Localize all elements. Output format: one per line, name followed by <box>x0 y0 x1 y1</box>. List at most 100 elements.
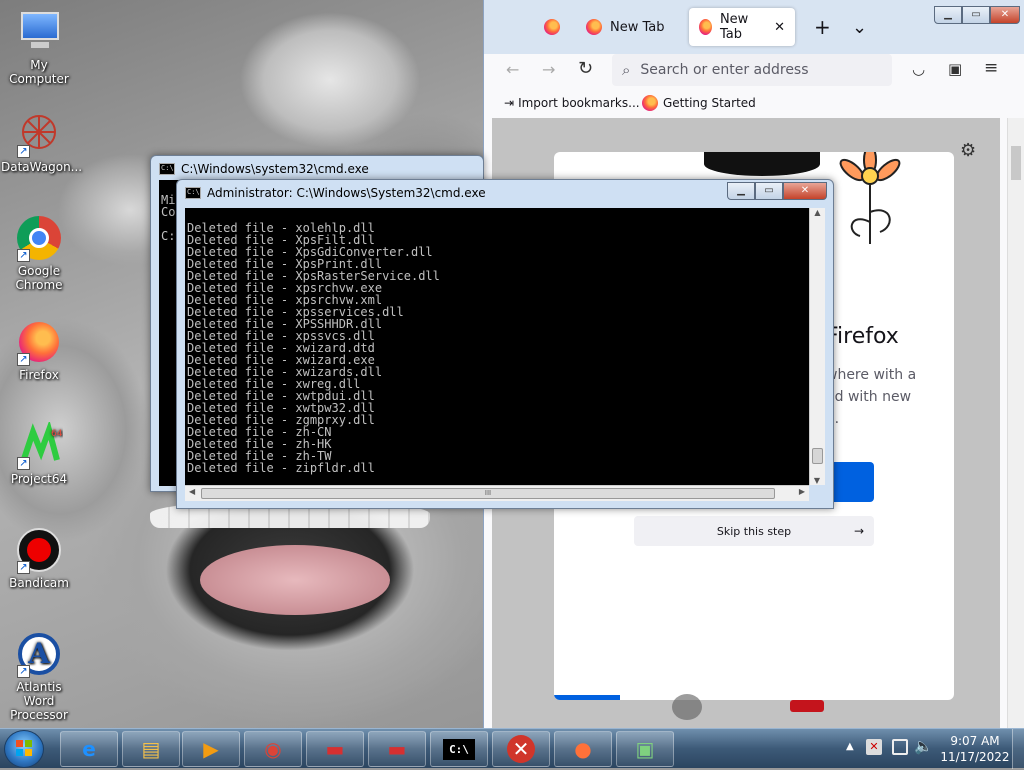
close-button[interactable]: ✕ <box>990 6 1020 24</box>
close-button[interactable]: ✕ <box>783 182 827 200</box>
search-icon: ⌕ <box>622 61 631 79</box>
desktop-icon-firefox[interactable]: ↗ Firefox <box>1 318 77 382</box>
page-scrollbar[interactable] <box>1007 118 1024 728</box>
scroll-left-icon[interactable]: ◀ <box>189 487 195 496</box>
cmd-window-admin[interactable]: C:\ Administrator: C:\Windows\System32\c… <box>176 179 834 509</box>
clock-time: 9:07 AM <box>950 734 1000 748</box>
taskbar-button[interactable]: ▬ <box>306 731 364 767</box>
tab-new-tab-2[interactable]: New Tab ✕ <box>689 8 795 46</box>
cmd-icon: C:\ <box>159 163 175 175</box>
taskbar-button[interactable]: ▶ <box>182 731 240 767</box>
desktop-icon-datawagon[interactable]: ↗ DataWagon... <box>1 110 82 174</box>
chrome-icon: ◉ <box>264 737 282 761</box>
taskbar-button[interactable]: ▤ <box>122 731 180 767</box>
console-output[interactable]: Deleted file - xolehlp.dll Deleted file -… <box>185 208 809 485</box>
firefox-icon <box>544 19 560 35</box>
taskbar-button[interactable]: ◉ <box>244 731 302 767</box>
toolbox-icon: ▬ <box>325 737 345 761</box>
volume-icon[interactable]: 🔈 <box>914 737 933 755</box>
desktop-icon-label: DataWagon... <box>1 160 83 174</box>
scroll-right-icon[interactable]: ▶ <box>799 487 805 496</box>
new-tab-button[interactable]: + <box>804 8 841 46</box>
bookmark-import[interactable]: ⇥ Import bookmarks... <box>504 96 640 110</box>
svg-text:64: 64 <box>51 429 63 439</box>
bandicam-icon: ↗ <box>15 526 63 574</box>
taskbar-button[interactable]: e <box>60 731 118 767</box>
desktop-icon-atlantis[interactable]: A ↗ Atlantis Word Processor <box>1 630 77 722</box>
show-desktop-button[interactable] <box>1012 729 1024 769</box>
internet-explorer-icon: e <box>82 737 96 761</box>
forward-icon[interactable]: → <box>542 60 555 79</box>
wallpaper-tongue <box>200 545 390 615</box>
skip-step-button[interactable]: Skip this step → <box>634 516 874 546</box>
taskbar-button[interactable]: ✕ <box>492 731 550 767</box>
bookmark-getting-started[interactable]: Getting Started <box>642 95 756 111</box>
tab-new-tab-1[interactable]: New Tab <box>576 8 686 46</box>
desktop-icon-chrome[interactable]: ↗ Google Chrome <box>1 214 77 292</box>
minimize-button[interactable]: ▁ <box>934 6 962 24</box>
project64-icon: 64 ↗ <box>15 420 63 470</box>
caption-buttons: ▁ ▭ ✕ <box>727 182 827 200</box>
system-clock[interactable]: 9:07 AM 11/17/2022 <box>940 733 1010 765</box>
shortcut-arrow-icon: ↗ <box>17 249 30 262</box>
pocket-icon[interactable]: ◡ <box>912 60 925 78</box>
desktop-icon-project64[interactable]: 64 ↗ Project64 <box>1 420 77 486</box>
action-center-icon[interactable]: ✕ <box>866 739 882 755</box>
scrollbar-thumb[interactable] <box>812 448 823 464</box>
console-lines: Deleted file - xolehlp.dll Deleted file -… <box>187 222 807 485</box>
start-button[interactable] <box>4 730 44 768</box>
tab-list-button[interactable]: ⌄ <box>842 8 877 46</box>
window-title: C:\Windows\system32\cmd.exe <box>181 162 369 176</box>
reload-icon[interactable]: ↻ <box>578 58 593 79</box>
illustration-hair <box>704 152 820 176</box>
gear-icon[interactable]: ⚙ <box>960 140 976 161</box>
shortcut-arrow-icon: ↗ <box>17 561 30 574</box>
arrow-right-icon: → <box>853 524 864 538</box>
tab-pinned[interactable] <box>528 8 576 46</box>
console-scrollbar-vertical[interactable]: ▲ ▼ <box>809 208 825 485</box>
maximize-button[interactable]: ▭ <box>755 182 783 200</box>
desktop-icon-label: Google Chrome <box>15 264 63 292</box>
tab-label: New Tab <box>719 12 749 42</box>
console-scrollbar-horizontal[interactable]: ◀ III ▶ <box>185 485 809 501</box>
url-placeholder: Search or enter address <box>640 62 809 78</box>
desktop-icon-label: Firefox <box>19 368 59 382</box>
taskbar-button[interactable]: C:\ <box>430 731 488 767</box>
taskbar-button[interactable]: ● <box>554 731 612 767</box>
extensions-icon[interactable]: ▣ <box>948 60 962 78</box>
taskbar-button[interactable]: ▣ <box>616 731 674 767</box>
desktop-icon-label: Project64 <box>10 472 68 486</box>
tab-label: New Tab <box>610 19 665 35</box>
shortcut-tile-icon[interactable] <box>790 700 824 712</box>
tab-close-icon[interactable]: ✕ <box>774 20 785 35</box>
taskbar: e ▤ ▶ ◉ ▬ ▬ C:\ ✕ ● ▣ ▲ ✕ 🔈 9:07 AM 11/17/2022 <box>0 728 1024 769</box>
minimize-button[interactable]: ▁ <box>727 182 755 200</box>
scrollbar-thumb[interactable]: III <box>201 488 775 499</box>
scroll-down-icon[interactable]: ▼ <box>810 476 824 485</box>
network-icon[interactable] <box>892 739 908 755</box>
desktop-icon-label: Bandicam <box>9 576 69 590</box>
desktop-icon-bandicam[interactable]: ↗ Bandicam <box>1 526 77 590</box>
windows-logo-icon <box>16 740 32 756</box>
onboarding-progress <box>554 695 620 700</box>
scroll-up-icon[interactable]: ▲ <box>810 208 825 217</box>
firefox-icon: ↗ <box>15 318 63 366</box>
maximize-button[interactable]: ▭ <box>962 6 990 24</box>
taskbar-button[interactable]: ▬ <box>368 731 426 767</box>
back-icon[interactable]: ← <box>506 60 519 79</box>
url-bar[interactable]: ⌕ Search or enter address <box>612 54 892 86</box>
desktop-icon-my-computer[interactable]: My Computer <box>1 8 77 86</box>
firefox-icon: ● <box>574 737 592 761</box>
tray-overflow-icon[interactable]: ▲ <box>846 741 854 752</box>
menu-icon[interactable]: ≡ <box>984 58 998 78</box>
wordpress-icon[interactable] <box>672 694 702 720</box>
shortcut-arrow-icon: ↗ <box>17 145 30 158</box>
firefox-icon <box>699 19 712 35</box>
onboarding-heading: Firefox <box>826 324 899 349</box>
chrome-icon: ↗ <box>15 214 63 262</box>
import-icon: ⇥ <box>504 96 515 110</box>
datawagon-icon: ↗ <box>15 110 63 158</box>
scrollbar-thumb[interactable] <box>1011 146 1021 180</box>
error-icon: ✕ <box>507 735 535 763</box>
